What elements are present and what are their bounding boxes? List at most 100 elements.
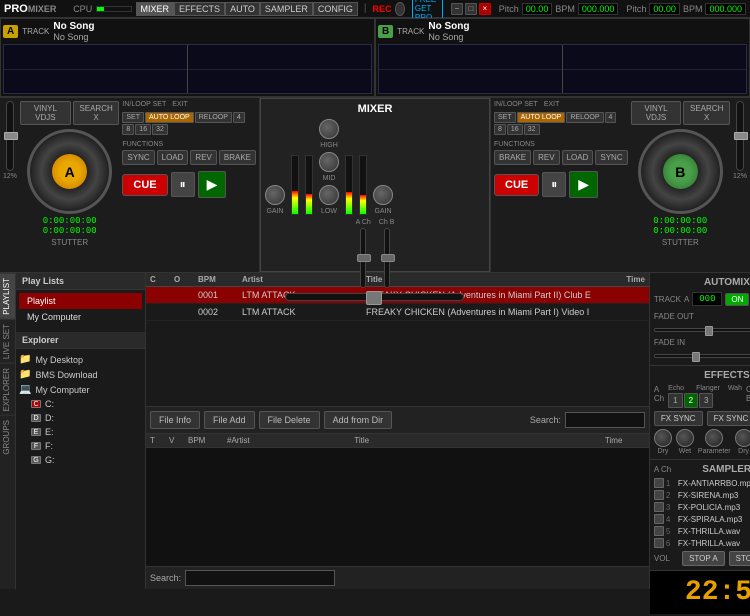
crossfader-track[interactable]	[285, 293, 464, 301]
deck-b-rev-btn[interactable]: REV	[533, 150, 559, 165]
deck-a-pitch-slider[interactable]	[6, 101, 14, 171]
sample-4-btn-left[interactable]	[654, 514, 664, 524]
deck-b-pitch-slider[interactable]	[736, 101, 744, 171]
sampler-stop-row: VOL STOP A STOP B VOL	[654, 551, 750, 566]
fx-sync-b-btn[interactable]: FX SYNC	[707, 411, 750, 426]
fx-sync-a-btn[interactable]: FX SYNC	[654, 411, 703, 426]
deck-a-cue-btn[interactable]: CUE	[122, 174, 167, 196]
deck-a-vinyl-btn[interactable]: VINYL VDJS	[20, 101, 71, 125]
fx-wah-a-label: Wah	[728, 385, 742, 392]
gain-b-knob[interactable]	[373, 185, 393, 205]
deck-a-16-btn[interactable]: 16	[135, 124, 151, 135]
sample-6-btn-left[interactable]	[654, 538, 664, 548]
deck-b-32-btn[interactable]: 32	[524, 124, 540, 135]
middle-panel: C O BPM Artist Title Time 0001 LTM ATTAC…	[146, 273, 649, 589]
deck-a-auto-loop-btn[interactable]: AUTO LOOP	[145, 112, 194, 123]
v-tab-explorer[interactable]: EXPLORER	[0, 363, 15, 416]
v-tab-liveset[interactable]: LIVE SET	[0, 319, 15, 363]
sample-2-btn-left[interactable]	[654, 490, 664, 500]
sampler-btn[interactable]: SAMPLER	[260, 2, 313, 16]
maximize-btn[interactable]: □	[465, 3, 477, 15]
deck-b-4-btn[interactable]: 4	[605, 112, 617, 123]
effects-btn[interactable]: EFFECTS	[174, 2, 225, 16]
deck-b-search-btn[interactable]: SEARCH X	[683, 101, 730, 125]
search-input-top[interactable]	[565, 412, 645, 428]
playlist-item-playlist[interactable]: Playlist	[19, 293, 142, 309]
sample-3-btn-left[interactable]	[654, 502, 664, 512]
fx-param-a-knob[interactable]	[705, 429, 723, 447]
deck-a-32-btn[interactable]: 32	[152, 124, 168, 135]
automix-on-btn[interactable]: ON	[725, 293, 749, 306]
explorer-bms[interactable]: 📁 BMS Download	[19, 367, 142, 382]
gain-a-knob[interactable]	[265, 185, 285, 205]
add-from-dir-btn[interactable]: Add from Dir	[324, 411, 393, 429]
drive-c[interactable]: C C:	[31, 397, 142, 411]
deck-b-set-btn[interactable]: SET	[494, 112, 516, 123]
deck-a-load-btn[interactable]: LOAD	[157, 150, 189, 165]
deck-b-turntable[interactable]: B	[638, 129, 723, 214]
config-btn[interactable]: CONFIG	[313, 2, 358, 16]
fx-dry-a-knob[interactable]	[654, 429, 672, 447]
deck-a-8-btn[interactable]: 8	[122, 124, 134, 135]
v-tab-playlist[interactable]: PLAYLIST	[0, 273, 15, 319]
deck-b-16-btn[interactable]: 16	[507, 124, 523, 135]
v-tab-groups[interactable]: GROUPS	[0, 415, 15, 459]
deck-b-cue-btn[interactable]: CUE	[494, 174, 539, 196]
drive-e[interactable]: E E:	[31, 425, 142, 439]
close-btn[interactable]: ×	[479, 3, 491, 15]
sample-5-label: FX-THRILLA.wav	[678, 527, 750, 536]
deck-b-reloop-btn[interactable]: RELOOP	[566, 112, 603, 123]
col-time-header: Time	[595, 275, 645, 284]
deck-a-reloop-btn[interactable]: RELOOP	[195, 112, 232, 123]
high-knob[interactable]	[319, 119, 339, 139]
fadein-slider-track[interactable]	[654, 354, 750, 358]
fx-dry-b-knob[interactable]	[735, 429, 750, 447]
file-delete-btn[interactable]: File Delete	[259, 411, 320, 429]
deck-a-sync-btn[interactable]: SYNC	[122, 150, 154, 165]
mid-knob[interactable]	[319, 152, 339, 172]
deck-a-rev-btn[interactable]: REV	[190, 150, 216, 165]
stop-b-btn[interactable]: STOP B	[729, 551, 750, 566]
deck-a-set-btn[interactable]: SET	[122, 112, 144, 123]
search-input-bottom[interactable]	[185, 570, 335, 586]
fadeout-slider-track[interactable]	[654, 328, 750, 332]
low-knob[interactable]	[319, 185, 339, 205]
minimize-btn[interactable]: −	[451, 3, 463, 15]
file-info-btn[interactable]: File Info	[150, 411, 200, 429]
stop-a-btn[interactable]: STOP A	[682, 551, 725, 566]
deck-b-play-btn[interactable]: ▶	[569, 171, 598, 198]
file-add-btn[interactable]: File Add	[204, 411, 255, 429]
vol-fader-b-track[interactable]	[384, 228, 390, 288]
fx-wet-a-knob[interactable]	[676, 429, 694, 447]
playlist-item-mycomputer[interactable]: My Computer	[19, 309, 142, 325]
deck-a-bands-btn[interactable]: BRAKE	[219, 150, 256, 165]
drive-f[interactable]: F F:	[31, 439, 142, 453]
deck-b-auto-loop-btn[interactable]: AUTO LOOP	[517, 112, 566, 123]
deck-b-time1: 0:00:00:00	[653, 216, 707, 226]
drive-d[interactable]: D D:	[31, 411, 142, 425]
explorer-mycomputer[interactable]: 💻 My Computer	[19, 382, 142, 397]
deck-a-play-btn[interactable]: ▶	[198, 171, 227, 198]
track-row-2[interactable]: 0002 LTM ATTACK FREAKY CHICKEN (Adventur…	[146, 304, 649, 321]
deck-b-sync-btn[interactable]: SYNC	[595, 150, 627, 165]
auto-btn[interactable]: AUTO	[225, 2, 260, 16]
fx-a-btn-2[interactable]: 2	[684, 393, 698, 408]
track2-bpm: 0002	[198, 307, 238, 317]
mixer-btn[interactable]: MIXER	[136, 2, 175, 16]
deck-b-load-btn[interactable]: LOAD	[562, 150, 594, 165]
deck-a-pause-btn[interactable]: ⏸	[171, 172, 195, 197]
deck-b-8-btn[interactable]: 8	[494, 124, 506, 135]
fx-a-btn-3[interactable]: 3	[699, 393, 713, 408]
deck-b-brake-btn[interactable]: BRAKE	[494, 150, 531, 165]
deck-a-search-btn[interactable]: SEARCH X	[73, 101, 120, 125]
deck-b-vinyl-btn[interactable]: VINYL VDJS	[631, 101, 682, 125]
sample-1-btn-left[interactable]	[654, 478, 664, 488]
deck-b-pause-btn[interactable]: ⏸	[542, 172, 566, 197]
explorer-desktop[interactable]: 📁 My Desktop	[19, 352, 142, 367]
fx-a-btn-1[interactable]: 1	[668, 393, 682, 408]
drive-g[interactable]: G G:	[31, 453, 142, 467]
vol-fader-a-track[interactable]	[360, 228, 366, 288]
sample-5-btn-left[interactable]	[654, 526, 664, 536]
deck-a-4-btn[interactable]: 4	[233, 112, 245, 123]
deck-a-turntable[interactable]: A	[27, 129, 112, 214]
